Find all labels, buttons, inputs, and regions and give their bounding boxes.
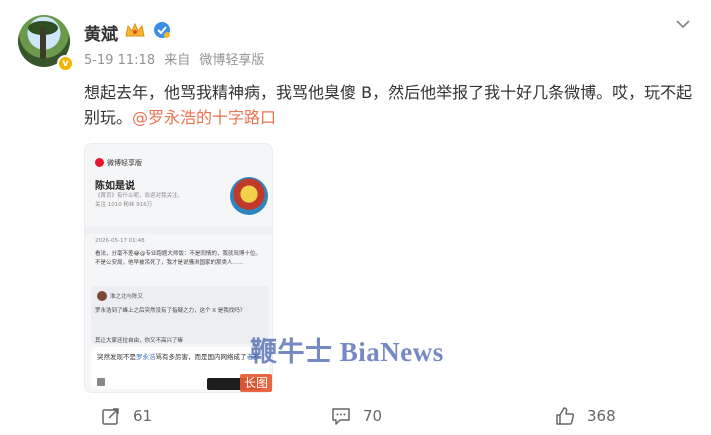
- card-username: 陈如是说: [95, 181, 135, 192]
- medal-icon[interactable]: [153, 21, 171, 39]
- like-count: 368: [587, 407, 616, 425]
- mention-link[interactable]: @罗永浩的十字路口: [132, 108, 276, 127]
- comment-count: 70: [363, 407, 383, 425]
- card-bottom-text: 突然发现不是罗永浩骂有多厉害，而是国内网络成了老罗: [97, 353, 260, 361]
- thumbs-up-icon: [556, 407, 575, 425]
- long-image-thumbnail[interactable]: 微博轻享版 陈如是说 《首页》有什么呢，欢迎对我关注。 关注 1010 粉丝 9…: [84, 143, 273, 393]
- long-image-badge: 长图: [240, 374, 272, 392]
- post-text: 想起去年，他骂我精神病，我骂他臭傻 B，然后他举报了我十好几条微博。哎，玩不起别…: [84, 80, 694, 130]
- card-divider: [85, 226, 272, 234]
- post-meta: 5-19 11:18 来自 微博轻享版: [84, 49, 269, 68]
- card-reply-text: 罗永浩到了峰上之后突然没有了指疑之力，这个 X 是我找吗？: [95, 308, 246, 314]
- repost-icon: [102, 408, 119, 425]
- card-reply-text-2: 其让大家还拉自由，你又不高兴了嘛: [95, 338, 184, 344]
- weibo-logo-icon: [95, 158, 104, 167]
- card-avatar: [230, 177, 268, 215]
- source-link[interactable]: 微博轻享版: [199, 53, 264, 68]
- repost-button[interactable]: 61: [101, 404, 152, 428]
- timestamp[interactable]: 5-19 11:18: [84, 53, 155, 68]
- card-bio: 《首页》有什么呢，欢迎对我关注。 关注 1010 粉丝 916万: [95, 193, 184, 208]
- author-name[interactable]: 黄斌: [84, 20, 118, 45]
- like-button[interactable]: 368: [555, 404, 616, 428]
- comment-button[interactable]: 70: [331, 404, 382, 428]
- repost-count: 61: [133, 407, 153, 425]
- card-brand: 微博轻享版: [95, 158, 142, 168]
- source-prefix: 来自: [164, 53, 191, 68]
- v-badge-icon: v: [57, 55, 74, 72]
- watermark: 鞭牛士 BiaNews: [250, 337, 444, 367]
- chevron-down-icon[interactable]: [674, 15, 692, 33]
- comment-icon: [332, 408, 350, 425]
- card-post-text: 看法，分毫不差😂@专业跑题大师饭：不是同情的，我就骂博十位。不是公安局，他早被吊…: [95, 251, 261, 266]
- crown-icon[interactable]: [124, 21, 146, 39]
- card-reply-avatar: [97, 291, 107, 301]
- card-reply-name: 淮之北与陈又: [110, 294, 144, 300]
- card-qr-icon: [97, 378, 105, 386]
- card-date: 2026-05-17 01:48: [95, 238, 145, 244]
